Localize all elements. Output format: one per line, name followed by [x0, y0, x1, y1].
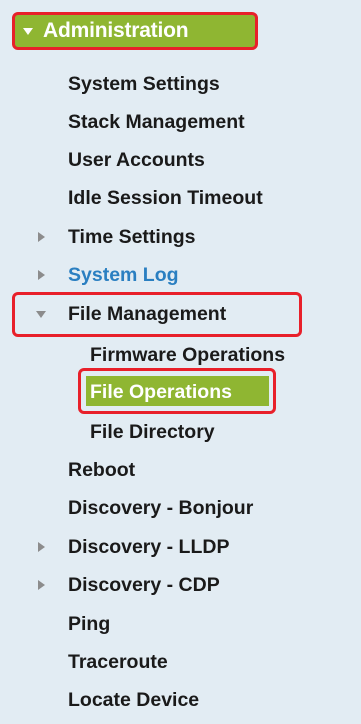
menu-item-file-operations[interactable]: File Operations: [90, 380, 232, 404]
menu-item-file-directory[interactable]: File Directory: [90, 420, 215, 444]
administration-header[interactable]: Administration: [12, 12, 258, 50]
menu-item-file-management[interactable]: File Management: [68, 302, 226, 326]
expand-arrow-icon: [23, 27, 33, 35]
menu-item-system-log[interactable]: System Log: [68, 263, 179, 287]
menu-item-discovery-cdp[interactable]: Discovery - CDP: [68, 573, 220, 597]
menu-item-discovery-lldp[interactable]: Discovery - LLDP: [68, 535, 229, 559]
administration-title: Administration: [43, 19, 189, 42]
collapse-arrow-icon[interactable]: [38, 580, 45, 590]
collapse-arrow-icon[interactable]: [38, 232, 45, 242]
expand-arrow-icon[interactable]: [36, 311, 46, 318]
menu-item-user-accounts[interactable]: User Accounts: [68, 148, 205, 172]
menu-item-reboot[interactable]: Reboot: [68, 458, 135, 482]
collapse-arrow-icon[interactable]: [38, 542, 45, 552]
menu-item-locate-device[interactable]: Locate Device: [68, 688, 199, 712]
menu-item-time-settings[interactable]: Time Settings: [68, 225, 196, 249]
menu-item-system-settings[interactable]: System Settings: [68, 72, 220, 96]
collapse-arrow-icon[interactable]: [38, 270, 45, 280]
menu-item-stack-management[interactable]: Stack Management: [68, 110, 245, 134]
menu-item-idle-session-timeout[interactable]: Idle Session Timeout: [68, 186, 263, 210]
menu-item-firmware-operations[interactable]: Firmware Operations: [90, 343, 285, 367]
menu-item-traceroute[interactable]: Traceroute: [68, 650, 168, 674]
menu-item-ping[interactable]: Ping: [68, 612, 110, 636]
admin-sidebar: Administration System Settings Stack Man…: [0, 0, 361, 724]
menu-item-discovery-bonjour[interactable]: Discovery - Bonjour: [68, 496, 253, 520]
